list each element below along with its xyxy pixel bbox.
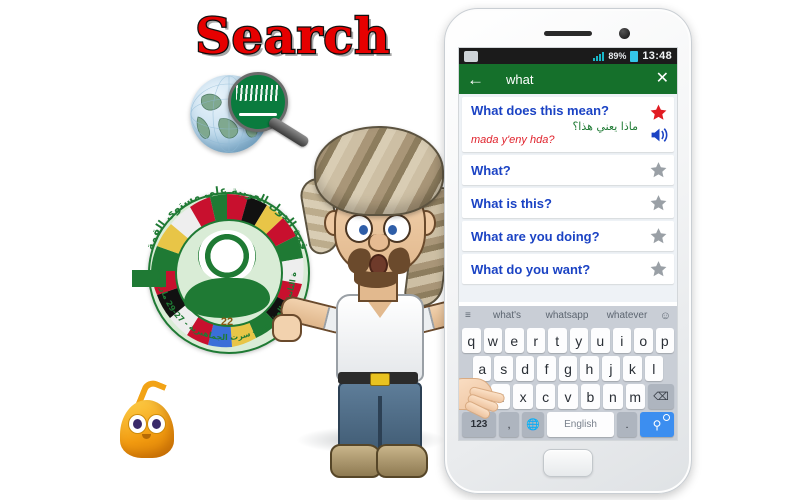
key-f[interactable]: f — [537, 356, 556, 381]
search-app-bar: ← what ✕ — [459, 64, 677, 94]
back-arrow-icon[interactable]: ← — [467, 71, 484, 88]
front-camera-icon — [619, 28, 630, 39]
suggestion-1[interactable]: what's — [478, 310, 536, 321]
orange-blob-mascot — [116, 376, 178, 464]
character-nose — [368, 234, 390, 252]
search-input[interactable]: what — [494, 72, 646, 87]
result-item[interactable]: What are you doing? — [462, 221, 674, 251]
result-english: What do you want? — [471, 261, 591, 277]
key-b[interactable]: b — [580, 384, 601, 409]
mascot-left-eye — [128, 414, 147, 434]
key-r[interactable]: r — [526, 328, 545, 353]
home-button[interactable] — [543, 449, 593, 477]
status-time: 13:48 — [642, 50, 672, 62]
key-u[interactable]: u — [591, 328, 610, 353]
key-g[interactable]: g — [558, 356, 578, 381]
result-english: What? — [471, 162, 511, 178]
arab-man-cartoon-character — [272, 126, 481, 478]
key-m[interactable]: m — [625, 384, 645, 409]
period-key[interactable]: . — [617, 412, 637, 437]
key-h[interactable]: h — [580, 356, 599, 381]
star-icon[interactable] — [649, 227, 668, 246]
key-q[interactable]: q — [462, 328, 481, 353]
keyboard-row-1: q w e r t y u i o p — [462, 328, 674, 353]
key-y[interactable]: y — [569, 328, 588, 353]
key-t[interactable]: t — [548, 328, 567, 353]
key-j[interactable]: j — [601, 356, 621, 381]
message-icon — [464, 50, 478, 62]
screenshot-stage: Search 22 قمة الدول العربية على مستوى ال… — [0, 0, 800, 500]
status-bar-left — [464, 50, 593, 62]
result-item-primary[interactable]: What does this mean? ماذا يعني هذا؟ mada… — [462, 97, 674, 152]
flag-shahada-script — [236, 85, 280, 101]
key-k[interactable]: k — [623, 356, 642, 381]
key-c[interactable]: c — [535, 384, 556, 409]
star-icon[interactable] — [649, 103, 668, 122]
key-p[interactable]: p — [655, 328, 674, 353]
key-i[interactable]: i — [612, 328, 631, 353]
result-english: What are you doing? — [471, 228, 600, 244]
result-item[interactable]: What do you want? — [462, 254, 674, 284]
character-belt — [338, 372, 418, 386]
suggestion-bar[interactable]: ≡ what's whatsapp whatever ☺ — [459, 306, 677, 325]
status-bar: 89% 13:48 — [459, 48, 677, 64]
key-x[interactable]: x — [513, 384, 533, 409]
key-v[interactable]: v — [558, 384, 578, 409]
key-o[interactable]: o — [634, 328, 653, 353]
star-icon[interactable] — [649, 194, 668, 213]
suggestion-2[interactable]: whatsapp — [538, 310, 596, 321]
left-pupil — [359, 225, 368, 235]
star-icon[interactable] — [649, 260, 668, 279]
result-item[interactable]: What is this? — [462, 188, 674, 218]
result-english: What is this? — [471, 195, 552, 211]
status-bar-right: 89% 13:48 — [593, 50, 672, 62]
mascot-left-pupil — [133, 419, 142, 429]
flag-sword — [239, 113, 277, 116]
emoji-icon[interactable]: ☺ — [658, 310, 671, 322]
mascot-body — [120, 400, 174, 458]
phone-screen: 89% 13:48 ← what ✕ What does this mean? … — [458, 47, 678, 441]
character-left-hand — [272, 314, 302, 342]
search-key-badge — [663, 414, 670, 421]
result-item[interactable]: What? — [462, 155, 674, 185]
mascot-right-pupil — [152, 419, 161, 429]
character-shirt — [336, 294, 424, 382]
hamburger-icon[interactable]: ≡ — [465, 310, 476, 321]
speaker-icon[interactable] — [650, 127, 669, 143]
language-globe-icon[interactable]: 🌐 — [522, 412, 544, 437]
result-transliteration: mada y'eny hda? — [471, 134, 555, 146]
mascot-right-eye — [147, 414, 166, 434]
phone-earpiece — [544, 31, 592, 36]
result-arabic: ماذا يعني هذا؟ — [572, 120, 638, 133]
battery-percent: 89% — [608, 51, 627, 61]
backspace-icon[interactable]: ⌫ — [647, 384, 674, 409]
key-n[interactable]: n — [603, 384, 623, 409]
key-w[interactable]: w — [483, 328, 502, 353]
character-left-boot — [330, 444, 382, 478]
key-l[interactable]: l — [644, 356, 663, 381]
key-e[interactable]: e — [505, 328, 524, 353]
character-beard — [354, 272, 398, 288]
space-key[interactable]: English — [547, 412, 614, 437]
close-icon[interactable]: ✕ — [656, 71, 669, 87]
page-title: Search — [194, 7, 391, 66]
right-pupil — [388, 225, 397, 235]
pointing-hand — [459, 378, 509, 426]
battery-icon — [630, 50, 639, 62]
character-right-boot — [376, 444, 428, 478]
star-icon[interactable] — [649, 161, 668, 180]
suggestion-3[interactable]: whatever — [598, 310, 656, 321]
phone-mockup: 89% 13:48 ← what ✕ What does this mean? … — [444, 8, 692, 494]
key-d[interactable]: d — [515, 356, 535, 381]
search-results-list[interactable]: What does this mean? ماذا يعني هذا؟ mada… — [459, 94, 677, 302]
character-headscarf — [314, 126, 444, 216]
belt-buckle — [370, 373, 390, 386]
search-icon[interactable]: ⚲ — [640, 412, 674, 437]
result-english: What does this mean? — [471, 103, 609, 118]
signal-bars-icon — [593, 51, 605, 61]
